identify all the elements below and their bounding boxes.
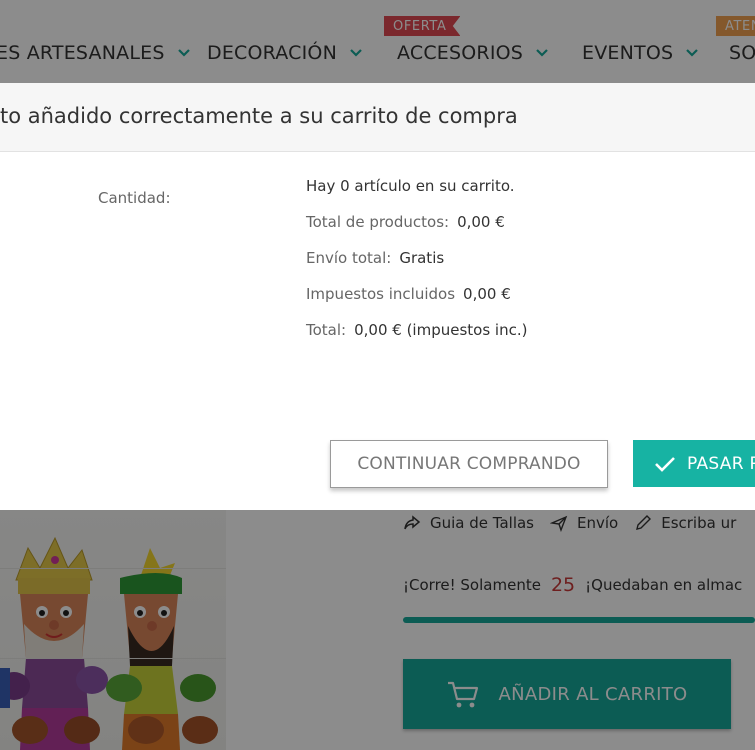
stock-notice: ¡Corre! Solamente 25 ¡Quedaban en almac [403, 574, 742, 596]
attention-badge: ATEN [716, 16, 755, 36]
tile-line [0, 568, 226, 569]
nav-item-artesanales[interactable]: ES ARTESANALES [0, 38, 191, 68]
checkout-label: PASAR P [687, 453, 755, 474]
nav-item-label: EVENTOS [582, 42, 674, 64]
products-total-label: Total de productos: [306, 213, 450, 231]
write-review-label: Escriba ur [661, 514, 737, 532]
product-page: Guia de Tallas Envío Escriba ur ¡Corre! … [0, 508, 755, 750]
add-to-cart-label: AÑADIR AL CARRITO [498, 683, 688, 705]
nav-item-label: ACCESORIOS [397, 42, 524, 64]
nav-item-label: ES ARTESANALES [0, 42, 165, 64]
cart-summary: Hay 0 artículo en su carrito. Total de p… [306, 177, 527, 357]
chevron-down-icon [177, 49, 190, 57]
shipping-total-label: Envío total: [306, 249, 392, 267]
total-row: Total: 0,00 € (impuestos inc.) [306, 321, 527, 357]
product-figurines-illustration [0, 536, 218, 750]
stock-progress-bar [403, 617, 755, 623]
shipping-link[interactable]: Envío [550, 514, 618, 532]
nav-item-accesorios[interactable]: ACCESORIOS [397, 38, 549, 68]
stock-prefix: ¡Corre! Solamente [403, 576, 541, 594]
cart-icon [448, 681, 479, 708]
main-navigation: OFERTA ATEN ES ARTESANALES DECORACIÓN AC… [0, 0, 755, 86]
stock-count: 25 [550, 574, 576, 596]
chevron-down-icon [350, 49, 362, 57]
nav-item-so[interactable]: SO [729, 38, 755, 68]
nav-item-decoracion[interactable]: DECORACIÓN [207, 38, 363, 68]
checkout-button[interactable]: PASAR P [633, 440, 755, 487]
shipping-row: Envío total: Gratis [306, 249, 527, 285]
chevron-down-icon [536, 49, 548, 57]
pencil-icon [636, 515, 652, 530]
shipping-total-value: Gratis [399, 249, 445, 267]
shipping-label: Envío [577, 514, 619, 532]
modal-title: to añadido correctamente a su carrito de… [0, 104, 518, 128]
chevron-down-icon [686, 49, 699, 57]
products-total-row: Total de productos: 0,00 € [306, 213, 527, 249]
plane-icon [550, 515, 568, 532]
taxes-label: Impuestos incluidos [306, 285, 456, 303]
product-links: Guia de Tallas Envío Escriba ur [403, 514, 752, 532]
size-guide-label: Guia de Tallas [430, 514, 534, 532]
nav-item-label: SO [729, 42, 755, 64]
tile-line [0, 658, 226, 659]
taxes-value: 0,00 € [463, 285, 511, 303]
product-image[interactable] [0, 508, 226, 750]
taxes-row: Impuestos incluidos 0,00 € [306, 285, 527, 321]
total-value: 0,00 € (impuestos inc.) [354, 321, 528, 339]
write-review-link[interactable]: Escriba ur [634, 514, 736, 532]
checkmark-icon [655, 456, 675, 472]
add-to-cart-button[interactable]: AÑADIR AL CARRITO [403, 659, 731, 729]
size-guide-link[interactable]: Guia de Tallas [403, 514, 534, 532]
products-total-value: 0,00 € [457, 213, 505, 231]
offer-badge: OFERTA [384, 16, 461, 36]
nav-item-label: DECORACIÓN [207, 42, 337, 64]
total-label: Total: [306, 321, 347, 339]
share-icon [404, 515, 421, 530]
nav-item-eventos[interactable]: EVENTOS [582, 38, 699, 68]
cart-count-row: Hay 0 artículo en su carrito. [306, 177, 527, 213]
cart-count-text: Hay 0 artículo en su carrito. [306, 177, 515, 195]
quantity-label: Cantidad: [98, 189, 171, 207]
modal-header: to añadido correctamente a su carrito de… [0, 83, 755, 152]
continue-shopping-button[interactable]: CONTINUAR COMPRANDO [330, 440, 608, 488]
cart-confirmation-modal: to añadido correctamente a su carrito de… [0, 83, 755, 510]
stock-suffix: ¡Quedaban en almac [585, 576, 743, 594]
